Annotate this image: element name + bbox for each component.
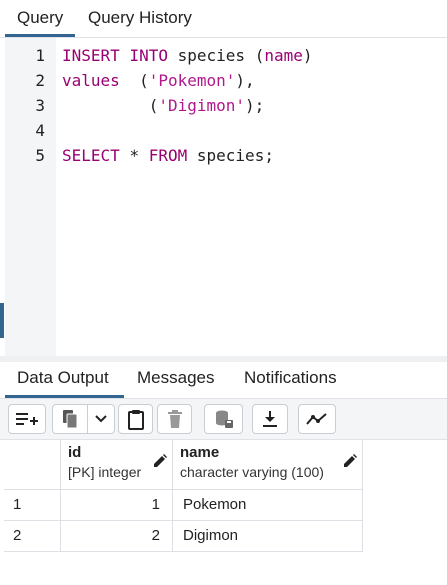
add-row-button[interactable] — [8, 404, 46, 434]
tab-query-history[interactable]: Query History — [88, 0, 192, 37]
keyword: INTO — [129, 46, 168, 65]
grid-corner — [4, 440, 61, 490]
code-line-3: ('Digimon'); — [62, 93, 265, 118]
sql-editor[interactable]: 1 2 3 4 5 INSERT INTO species (name) val… — [0, 38, 447, 356]
cell-name[interactable]: Pokemon — [173, 490, 363, 521]
keyword: FROM — [148, 146, 188, 165]
graph-icon — [306, 413, 327, 425]
query-tab-bar: Query Query History — [0, 0, 447, 38]
paste-icon — [127, 409, 144, 430]
chevron-down-icon — [95, 415, 107, 423]
delete-icon — [167, 410, 182, 428]
edit-pencil-icon[interactable] — [153, 454, 167, 468]
line-number: 4 — [35, 121, 45, 140]
copy-options-dropdown[interactable] — [87, 404, 115, 434]
panel-splitter-handle[interactable] — [0, 303, 4, 338]
string-literal: 'Pokemon' — [148, 71, 236, 90]
keyword: SELECT — [62, 146, 120, 165]
punctuation: ( — [148, 96, 159, 115]
delete-button[interactable] — [157, 404, 192, 434]
row-number[interactable]: 1 — [4, 490, 61, 521]
tab-messages[interactable]: Messages — [137, 362, 214, 398]
punctuation: ), — [235, 71, 255, 90]
graph-visualiser-button[interactable] — [298, 404, 336, 434]
code-line-1: INSERT INTO species (name) — [62, 43, 313, 68]
identifier: species — [177, 46, 246, 65]
tab-query[interactable]: Query — [5, 0, 75, 37]
tab-notifications[interactable]: Notifications — [244, 362, 337, 398]
download-icon — [263, 411, 277, 427]
column-type: [PK] integer — [68, 464, 142, 480]
column-name: name — [264, 46, 303, 65]
column-name: id — [68, 444, 82, 461]
code-line-2: values ('Pokemon'), — [62, 68, 255, 93]
line-number: 3 — [35, 96, 45, 115]
code-line-5: SELECT * FROM species; — [62, 143, 274, 168]
column-header-id[interactable]: id [PK] integer — [61, 440, 173, 490]
copy-button[interactable] — [52, 404, 88, 434]
keyword: values — [62, 71, 120, 90]
tab-data-output[interactable]: Data Output — [5, 362, 124, 398]
string-literal: 'Digimon' — [158, 96, 246, 115]
operator: * — [129, 146, 140, 165]
identifier: species; — [196, 146, 274, 165]
column-name: name — [180, 444, 220, 461]
cell-id[interactable]: 2 — [61, 521, 173, 552]
paste-button[interactable] — [118, 404, 153, 434]
copy-icon — [63, 410, 78, 429]
line-number: 1 — [35, 46, 45, 65]
punctuation: ( — [139, 71, 149, 90]
row-number[interactable]: 2 — [4, 521, 61, 552]
save-data-icon — [215, 410, 233, 428]
data-toolbar — [0, 399, 447, 440]
line-number: 5 — [35, 146, 45, 165]
add-row-icon — [16, 413, 38, 425]
column-type: character varying (100) — [180, 464, 324, 480]
cell-id[interactable]: 1 — [61, 490, 173, 521]
punctuation: ) — [302, 46, 313, 65]
punctuation: ( — [254, 46, 265, 65]
save-data-button[interactable] — [204, 404, 243, 434]
punctuation: ); — [245, 96, 265, 115]
column-header-name[interactable]: name character varying (100) — [173, 440, 363, 490]
output-tab-bar: Data Output Messages Notifications — [0, 362, 447, 399]
line-number-gutter: 1 2 3 4 5 — [5, 38, 56, 356]
download-button[interactable] — [252, 404, 288, 434]
edit-pencil-icon[interactable] — [343, 454, 357, 468]
cell-name[interactable]: Digimon — [173, 521, 363, 552]
line-number: 2 — [35, 71, 45, 90]
keyword: INSERT — [62, 46, 120, 65]
